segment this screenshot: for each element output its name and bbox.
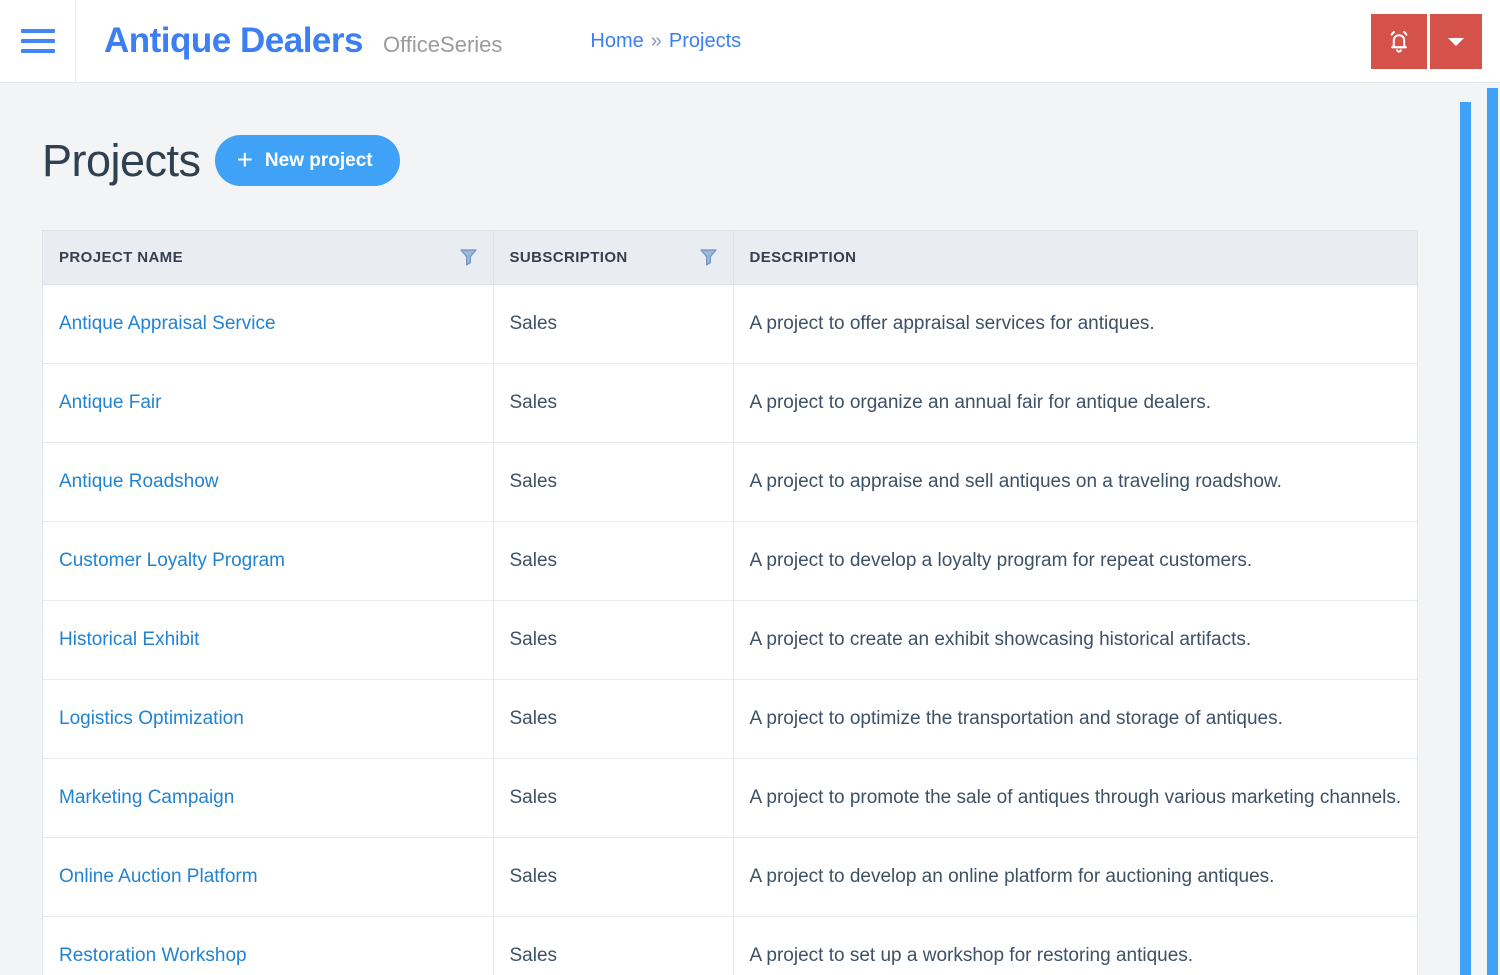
project-link[interactable]: Antique Roadshow <box>59 471 219 492</box>
projects-table: PROJECT NAME SUBSCRIPTION <box>43 231 1418 975</box>
cell-project-name: Antique Roadshow <box>43 442 493 521</box>
column-header-project-name[interactable]: PROJECT NAME <box>43 231 493 284</box>
plus-icon: + <box>237 146 253 174</box>
cell-subscription: Sales <box>493 837 733 916</box>
table-row: Logistics Optimization SalesA project to … <box>43 679 1418 758</box>
table-row: Restoration Workshop SalesA project to se… <box>43 916 1418 975</box>
cell-description: A project to organize an annual fair for… <box>733 363 1418 442</box>
bell-icon <box>1386 28 1412 56</box>
filter-funnel-icon[interactable] <box>460 248 477 266</box>
column-label: PROJECT NAME <box>59 249 183 266</box>
table-row: Historical Exhibit SalesA project to crea… <box>43 600 1418 679</box>
cell-project-name: Restoration Workshop <box>43 916 493 975</box>
brand-block: Antique Dealers OfficeSeries <box>76 21 502 61</box>
table-header: PROJECT NAME SUBSCRIPTION <box>43 231 1418 284</box>
column-header-subscription[interactable]: SUBSCRIPTION <box>493 231 733 284</box>
cell-subscription: Sales <box>493 679 733 758</box>
chevron-down-icon <box>1446 35 1466 49</box>
filter-funnel-icon[interactable] <box>700 248 717 266</box>
hamburger-bar <box>21 29 55 33</box>
hamburger-bar <box>21 39 55 43</box>
inner-scrollbar-thumb[interactable] <box>1460 102 1471 975</box>
cell-project-name: Antique Appraisal Service <box>43 284 493 363</box>
project-link[interactable]: Antique Appraisal Service <box>59 313 276 334</box>
table-row: Antique Roadshow SalesA project to apprai… <box>43 442 1418 521</box>
user-dropdown-button[interactable] <box>1430 14 1482 69</box>
project-link[interactable]: Restoration Workshop <box>59 945 247 966</box>
cell-description: A project to develop a loyalty program f… <box>733 521 1418 600</box>
brand-subtitle: OfficeSeries <box>383 32 502 58</box>
cell-project-name: Logistics Optimization <box>43 679 493 758</box>
cell-description: A project to promote the sale of antique… <box>733 758 1418 837</box>
hamburger-bar <box>21 49 55 53</box>
top-bar-actions <box>1371 14 1482 69</box>
project-link[interactable]: Online Auction Platform <box>59 866 258 887</box>
project-link[interactable]: Marketing Campaign <box>59 787 234 808</box>
cell-subscription: Sales <box>493 758 733 837</box>
cell-subscription: Sales <box>493 442 733 521</box>
project-link[interactable]: Antique Fair <box>59 392 161 413</box>
new-project-label: New project <box>265 150 373 172</box>
column-label: DESCRIPTION <box>750 249 857 266</box>
cell-project-name: Historical Exhibit <box>43 600 493 679</box>
page-header: Projects + New project <box>42 83 1500 186</box>
inner-vertical-scrollbar[interactable] <box>1458 83 1473 975</box>
notifications-button[interactable] <box>1371 14 1427 69</box>
project-link[interactable]: Historical Exhibit <box>59 629 199 650</box>
table-row: Antique Appraisal Service SalesA project … <box>43 284 1418 363</box>
table-row: Customer Loyalty Program SalesA project t… <box>43 521 1418 600</box>
table-row: Online Auction Platform SalesA project to… <box>43 837 1418 916</box>
new-project-button[interactable]: + New project <box>215 135 400 186</box>
cell-description: A project to develop an online platform … <box>733 837 1418 916</box>
breadcrumb-link-projects[interactable]: Projects <box>669 30 741 53</box>
cell-description: A project to create an exhibit showcasin… <box>733 600 1418 679</box>
project-link[interactable]: Customer Loyalty Program <box>59 550 285 571</box>
cell-project-name: Customer Loyalty Program <box>43 521 493 600</box>
top-header-bar: Antique Dealers OfficeSeries Home » Proj… <box>0 0 1500 83</box>
cell-subscription: Sales <box>493 363 733 442</box>
cell-project-name: Online Auction Platform <box>43 837 493 916</box>
table-body: Antique Appraisal ServiceSalesA project … <box>43 284 1418 975</box>
cell-description: A project to optimize the transportation… <box>733 679 1418 758</box>
cell-subscription: Sales <box>493 284 733 363</box>
column-label: SUBSCRIPTION <box>510 249 628 266</box>
main-content: Projects + New project PROJECT NAME <box>0 83 1500 975</box>
cell-description: A project to offer appraisal services fo… <box>733 284 1418 363</box>
page-scrollbar-thumb[interactable] <box>1487 88 1498 975</box>
page-vertical-scrollbar[interactable] <box>1485 83 1500 975</box>
breadcrumb: Home » Projects <box>590 30 741 53</box>
project-link[interactable]: Logistics Optimization <box>59 708 244 729</box>
brand-title: Antique Dealers <box>104 21 363 61</box>
cell-description: A project to appraise and sell antiques … <box>733 442 1418 521</box>
table-row: Marketing Campaign SalesA project to prom… <box>43 758 1418 837</box>
cell-subscription: Sales <box>493 600 733 679</box>
cell-project-name: Antique Fair <box>43 363 493 442</box>
table-row: Antique Fair SalesA project to organize a… <box>43 363 1418 442</box>
column-header-description[interactable]: DESCRIPTION <box>733 231 1418 284</box>
cell-project-name: Marketing Campaign <box>43 758 493 837</box>
projects-table-container: PROJECT NAME SUBSCRIPTION <box>42 230 1418 975</box>
breadcrumb-link-home[interactable]: Home <box>590 30 643 53</box>
breadcrumb-separator-icon: » <box>651 30 662 53</box>
cell-subscription: Sales <box>493 521 733 600</box>
cell-subscription: Sales <box>493 916 733 975</box>
hamburger-menu-icon[interactable] <box>0 0 76 83</box>
table-header-row: PROJECT NAME SUBSCRIPTION <box>43 231 1418 284</box>
cell-description: A project to set up a workshop for resto… <box>733 916 1418 975</box>
page-title: Projects <box>42 138 201 183</box>
